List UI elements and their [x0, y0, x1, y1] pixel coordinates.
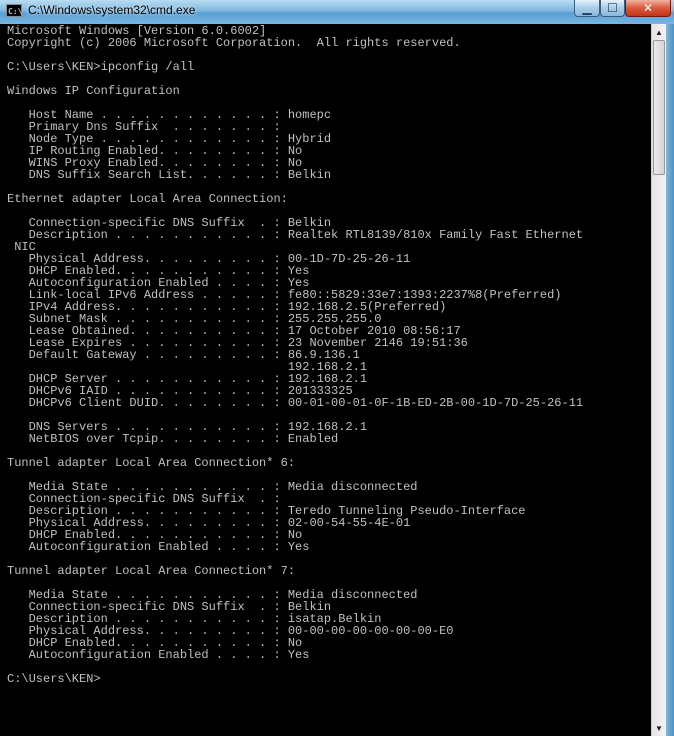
console-line: DNS Suffix Search List. . . . . . : Belk…	[7, 168, 332, 182]
console-line: C:\Users\KEN>	[7, 672, 101, 686]
console-line: Autoconfiguration Enabled . . . . : Yes	[7, 540, 310, 554]
window-frame-right	[666, 24, 674, 736]
title-bar[interactable]: C:\ C:\Windows\system32\cmd.exe ▁ ☐ ✕	[0, 0, 674, 25]
close-button[interactable]: ✕	[625, 0, 671, 17]
console-line: Description . . . . . . . . . . . : Real…	[7, 228, 584, 242]
maximize-button[interactable]: ☐	[600, 0, 625, 17]
console-line: DHCPv6 Client DUID. . . . . . . . : 00-0…	[7, 396, 584, 410]
console-line: Autoconfiguration Enabled . . . . : Yes	[7, 648, 310, 662]
scroll-up-arrow-icon[interactable]: ▲	[652, 24, 666, 40]
console-line: Tunnel adapter Local Area Connection* 7:	[7, 564, 296, 578]
minimize-button[interactable]: ▁	[574, 0, 600, 17]
scroll-thumb[interactable]	[653, 40, 665, 175]
console-line: Copyright (c) 2006 Microsoft Corporation…	[7, 36, 461, 50]
console-line: Ethernet adapter Local Area Connection:	[7, 192, 288, 206]
cmd-icon: C:\	[6, 4, 22, 17]
console-line: Tunnel adapter Local Area Connection* 6:	[7, 456, 296, 470]
console-line: NetBIOS over Tcpip. . . . . . . . : Enab…	[7, 432, 339, 446]
console-line: C:\Users\KEN>ipconfig /all	[7, 60, 195, 74]
vertical-scrollbar[interactable]: ▲ ▼	[651, 24, 666, 736]
console-text: Microsoft Windows [Version 6.0.6002] Cop…	[0, 24, 651, 685]
console-output[interactable]: Microsoft Windows [Version 6.0.6002] Cop…	[0, 24, 651, 736]
window-title: C:\Windows\system32\cmd.exe	[28, 3, 196, 17]
scroll-down-arrow-icon[interactable]: ▼	[652, 720, 666, 736]
cmd-window: C:\ C:\Windows\system32\cmd.exe ▁ ☐ ✕ Mi…	[0, 0, 674, 736]
console-line: Windows IP Configuration	[7, 84, 180, 98]
